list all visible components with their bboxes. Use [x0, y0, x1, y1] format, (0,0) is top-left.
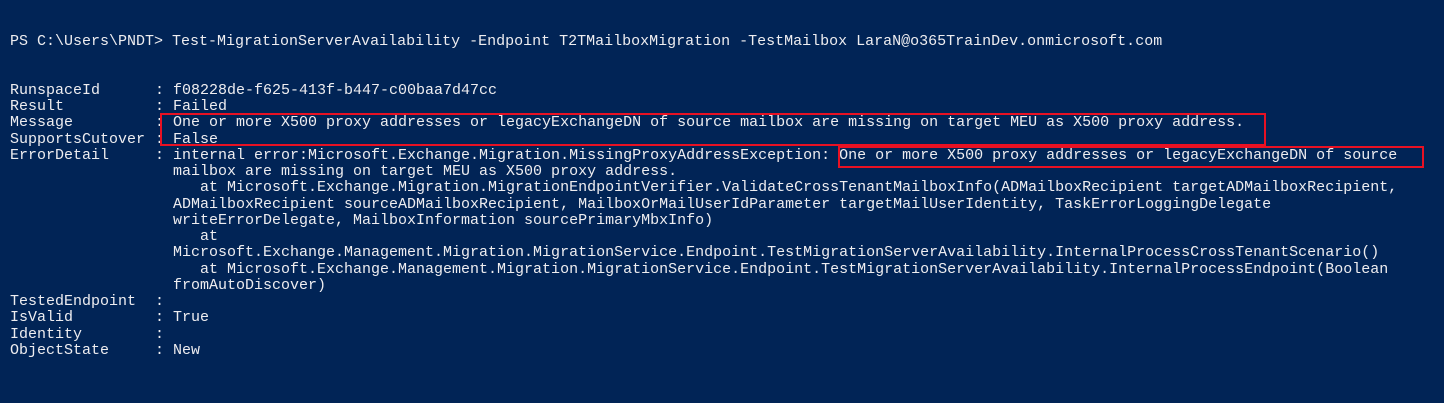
field-separator: : [155, 325, 174, 343]
field-label: IsValid [10, 309, 74, 327]
field-value: True [173, 309, 210, 327]
highlight-box-errordetail [838, 146, 1424, 168]
field-label: Result [10, 98, 65, 115]
field-value-continuation: ADMailboxRecipient sourceADMailboxRecipi… [10, 195, 1397, 213]
field-label: RunspaceId [10, 81, 101, 99]
field-label: Identity [10, 325, 83, 343]
field-label: ObjectState [10, 341, 110, 359]
field-row: ObjectState: New [10, 341, 1397, 359]
field-row: RunspaceId: f08228de-f625-413f-b447-c00b… [10, 81, 1397, 99]
continuation-text: Microsoft.Exchange.Management.Migration.… [173, 244, 1380, 262]
field-separator: : [155, 293, 174, 310]
field-value-continuation: at Microsoft.Exchange.Management.Migrati… [10, 260, 1397, 278]
field-label: Message [10, 114, 74, 132]
field-value: f08228de-f625-413f-b447-c00baa7d47cc [173, 81, 498, 99]
field-value-continuation: Microsoft.Exchange.Management.Migration.… [10, 245, 1397, 261]
powershell-console[interactable]: PS C:\Users\PNDT> Test-MigrationServerAv… [10, 33, 1397, 359]
continuation-text: fromAutoDiscover) [173, 276, 327, 294]
field-label: SupportsCutover [10, 130, 146, 148]
continuation-text: at Microsoft.Exchange.Migration.Migratio… [173, 179, 1398, 197]
field-separator: : [155, 341, 174, 359]
highlight-box-message [160, 113, 1266, 146]
field-row: Identity: [10, 325, 1397, 343]
field-value-continuation: at [10, 228, 1397, 245]
continuation-text: mailbox are missing on target MEU as X50… [173, 163, 678, 180]
field-value-continuation: at Microsoft.Exchange.Migration.Migratio… [10, 180, 1397, 196]
field-label: ErrorDetail [10, 146, 110, 164]
field-separator: : [155, 81, 174, 99]
field-separator: : [155, 309, 174, 327]
command-line: PS C:\Users\PNDT> Test-MigrationServerAv… [10, 33, 1397, 50]
field-separator: : [155, 146, 174, 164]
continuation-text: ADMailboxRecipient sourceADMailboxRecipi… [173, 195, 1272, 213]
field-value: New [173, 341, 201, 359]
field-row: IsValid: True [10, 309, 1397, 327]
field-row: TestedEndpoint: [10, 293, 1397, 310]
field-label: TestedEndpoint [10, 293, 137, 310]
field-value-continuation: writeErrorDelegate, MailboxInformation s… [10, 211, 1397, 229]
continuation-text: writeErrorDelegate, MailboxInformation s… [173, 211, 714, 229]
continuation-text: at Microsoft.Exchange.Management.Migrati… [173, 260, 1389, 278]
prompt: PS C:\Users\PNDT> [10, 33, 173, 50]
command-text: Test-MigrationServerAvailability -Endpoi… [172, 33, 1163, 50]
field-value-continuation: fromAutoDiscover) [10, 276, 1397, 294]
continuation-text: at [173, 228, 219, 245]
